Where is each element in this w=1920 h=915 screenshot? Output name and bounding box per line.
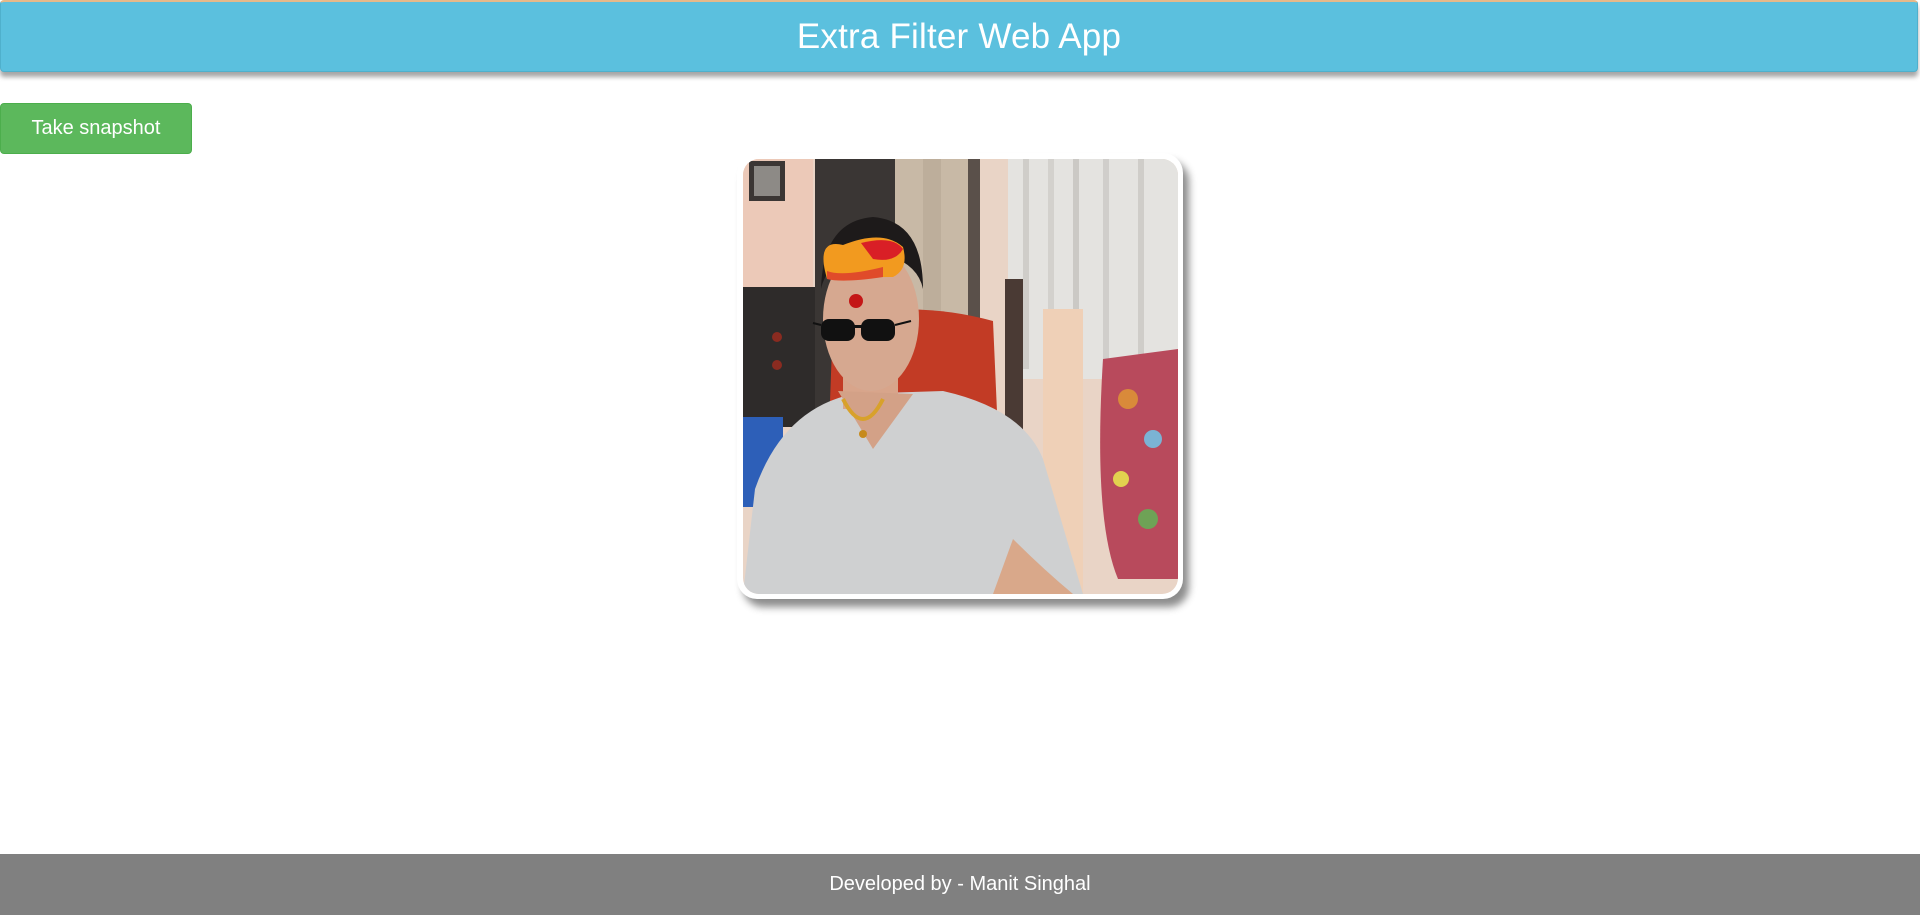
app-header: Extra Filter Web App [0, 0, 1918, 72]
developer-credit: Developed by - Manit Singhal [829, 873, 1091, 895]
app-root: Extra Filter Web App Take snapshot Devel… [0, 0, 1920, 915]
app-footer: Developed by - Manit Singhal [0, 854, 1920, 915]
page-title: Extra Filter Web App [796, 16, 1122, 56]
webcam-video-feed [743, 159, 1178, 594]
video-frame [737, 153, 1183, 599]
take-snapshot-button[interactable]: Take snapshot [0, 103, 192, 154]
